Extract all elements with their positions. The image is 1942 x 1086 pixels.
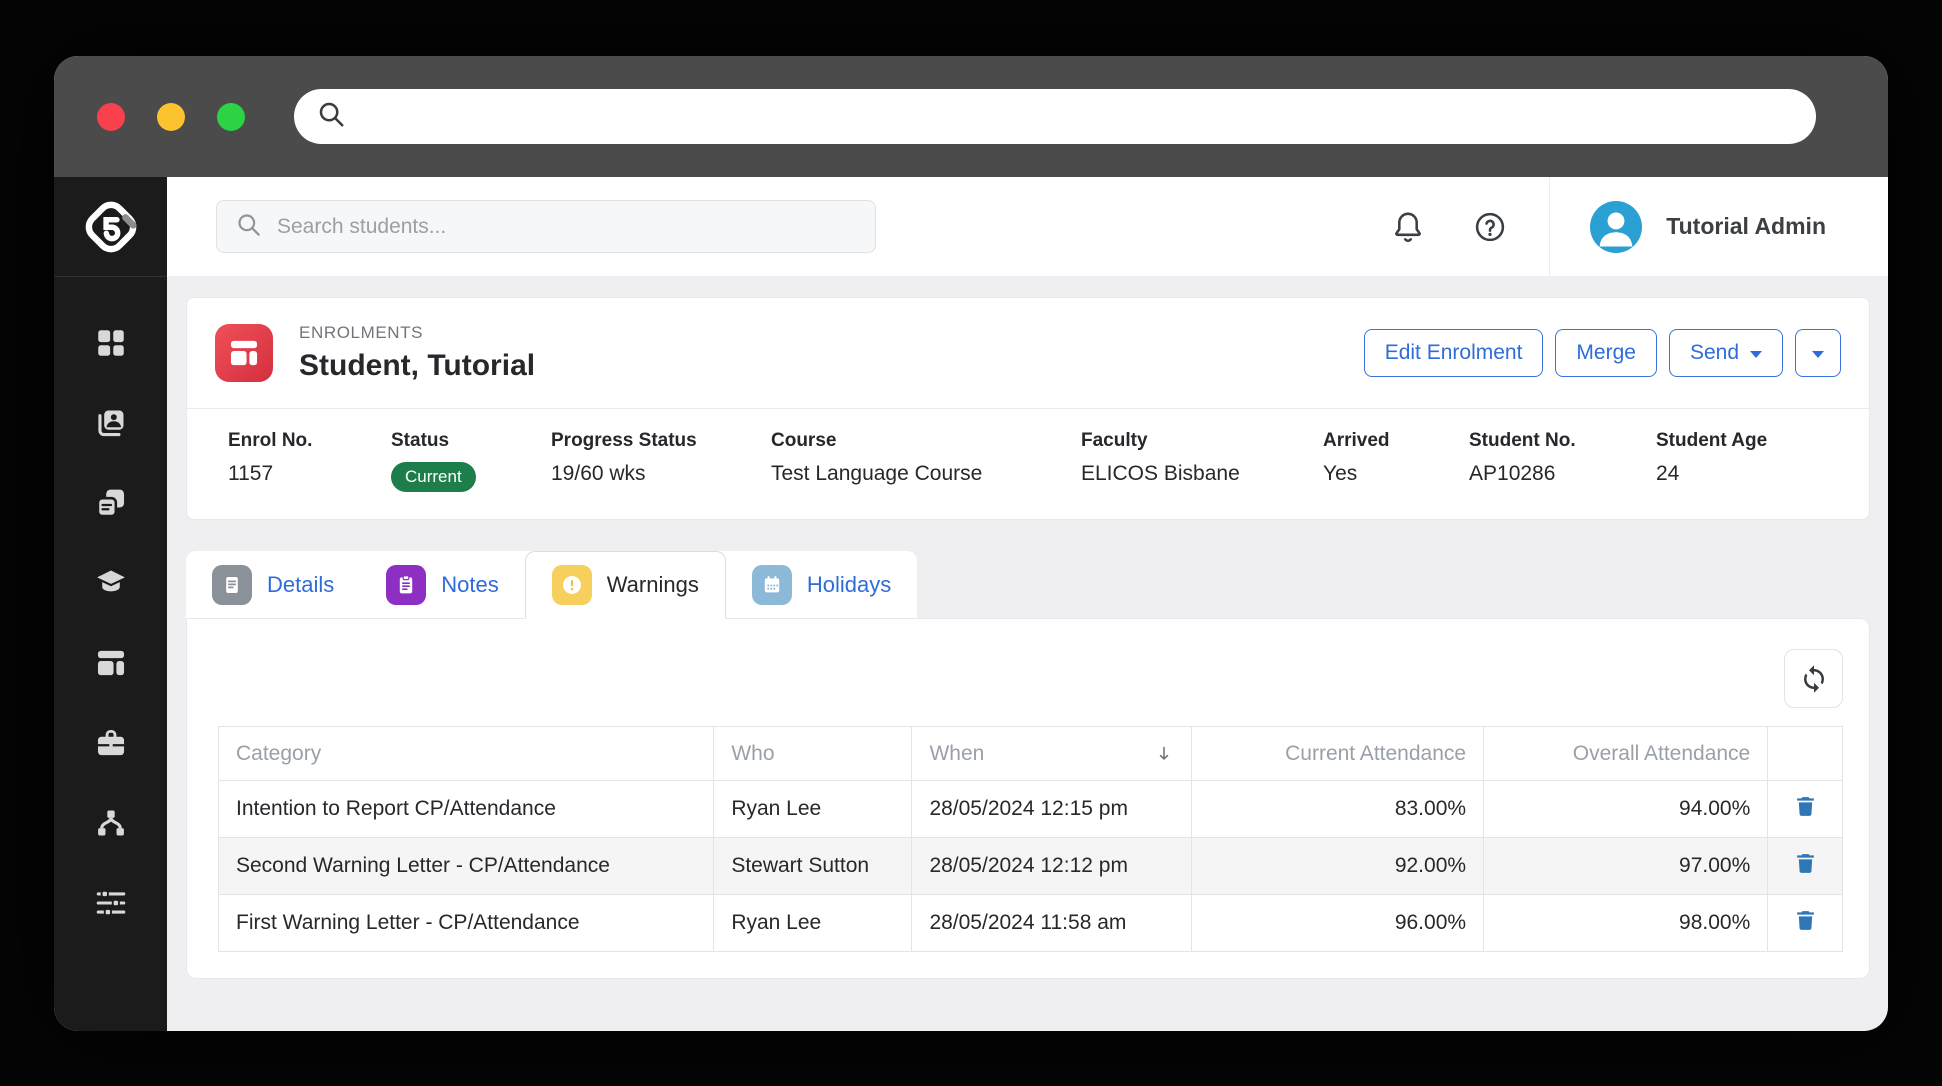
page-content: ENROLMENTS Student, Tutorial Edit Enrolm…: [167, 276, 1888, 1031]
status-badge: Current: [391, 462, 476, 492]
edit-enrolment-button[interactable]: Edit Enrolment: [1363, 329, 1544, 377]
field-arrived: Arrived Yes: [1323, 430, 1390, 485]
help-button[interactable]: [1471, 208, 1509, 246]
search-input[interactable]: [277, 214, 857, 239]
search-icon: [235, 211, 262, 243]
refresh-button[interactable]: [1784, 649, 1843, 708]
table-header-row: Category Who When Current Attendance Ove…: [217, 726, 1843, 781]
dashboard-grid-icon: [97, 330, 124, 356]
field-course: Course Test Language Course: [771, 430, 983, 485]
address-bar[interactable]: [294, 89, 1816, 144]
enrolment-tabs: Details Notes Warnings Holidays: [186, 551, 918, 619]
minimize-window-button[interactable]: [157, 103, 185, 131]
chevron-down-icon: [1750, 351, 1762, 358]
merge-button[interactable]: Merge: [1555, 329, 1657, 377]
document-icon: [212, 564, 252, 605]
sliders-icon: [96, 889, 125, 917]
warnings-panel: Category Who When Current Attendance Ove…: [186, 618, 1870, 979]
layout-icon: [97, 650, 124, 676]
student-card-icon: [97, 410, 123, 437]
field-student-no: Student No. AP10286: [1469, 430, 1656, 492]
enrolment-actions: Edit Enrolment Merge Send: [1363, 329, 1841, 377]
chevron-down-icon: [1812, 351, 1824, 358]
sidebar-nav: [54, 277, 167, 1031]
column-header-overall-attendance[interactable]: Overall Attendance: [1483, 726, 1769, 781]
student-search[interactable]: [216, 200, 876, 253]
delete-warning-button[interactable]: [1767, 780, 1843, 838]
warnings-table: Category Who When Current Attendance Ove…: [217, 726, 1843, 952]
column-header-when[interactable]: When: [911, 726, 1192, 781]
graduation-cap-icon: [96, 570, 125, 592]
delete-warning-button[interactable]: [1767, 894, 1843, 952]
table-row: Second Warning Letter - CP/Attendance St…: [217, 837, 1843, 895]
field-status: Status Current: [391, 430, 551, 492]
nodes-icon: [97, 810, 124, 836]
address-search-icon: [316, 99, 346, 134]
bell-icon: [1395, 212, 1422, 242]
briefcase-icon: [97, 729, 124, 756]
enrolment-fields: Enrol No. 1157 Status Current Progress S…: [187, 409, 1869, 519]
sidebar-item-services[interactable]: [91, 726, 131, 760]
calendar-icon: [751, 564, 792, 605]
column-header-actions: [1767, 726, 1843, 781]
clipboard-icon: [386, 564, 427, 605]
close-window-button[interactable]: [97, 103, 125, 131]
tab-holidays[interactable]: Holidays: [726, 551, 917, 618]
sidebar-item-workflows[interactable]: [91, 806, 131, 840]
page-title: Student, Tutorial: [299, 349, 536, 382]
enrolment-card: ENROLMENTS Student, Tutorial Edit Enrolm…: [186, 297, 1870, 520]
sort-desc-icon: [1159, 746, 1168, 760]
column-header-who[interactable]: Who: [713, 726, 913, 781]
refresh-icon: [1803, 664, 1824, 693]
sidebar-item-students[interactable]: [91, 406, 131, 440]
app-logo[interactable]: [54, 177, 167, 277]
sidebar-item-courses[interactable]: [91, 566, 131, 600]
student-no-link[interactable]: AP10286: [1469, 462, 1656, 486]
sidebar-item-enrolments[interactable]: [91, 646, 131, 680]
notifications-button[interactable]: [1389, 208, 1427, 246]
sidebar: [54, 177, 167, 1031]
field-progress-status: Progress Status 19/60 wks: [551, 430, 697, 485]
avatar: [1590, 200, 1643, 253]
browser-window: Tutorial Admin: [54, 56, 1888, 1031]
field-student-age: Student Age 24: [1656, 430, 1768, 485]
enrolments-icon: [215, 324, 273, 382]
send-button[interactable]: Send: [1668, 329, 1783, 377]
user-menu[interactable]: Tutorial Admin: [1550, 200, 1888, 253]
tab-notes[interactable]: Notes: [360, 551, 524, 618]
sidebar-item-settings[interactable]: [91, 886, 131, 920]
more-actions-button[interactable]: [1795, 329, 1841, 377]
field-enrol-no: Enrol No. 1157: [228, 430, 313, 485]
tab-details[interactable]: Details: [186, 551, 360, 618]
field-faculty: Faculty ELICOS Bisbane: [1081, 430, 1240, 485]
tab-warnings[interactable]: Warnings: [524, 551, 726, 619]
table-row: First Warning Letter - CP/Attendance Rya…: [217, 894, 1843, 952]
sidebar-item-documents[interactable]: [91, 486, 131, 520]
trash-icon: [1796, 796, 1814, 816]
browser-chrome: [54, 56, 1888, 177]
traffic-lights: [97, 103, 245, 131]
trash-icon: [1796, 910, 1814, 930]
zoom-window-button[interactable]: [217, 103, 245, 131]
trash-icon: [1796, 853, 1814, 873]
warning-icon: [551, 565, 592, 605]
column-header-current-attendance[interactable]: Current Attendance: [1190, 726, 1485, 781]
documents-icon: [96, 489, 124, 518]
sidebar-item-dashboard[interactable]: [91, 326, 131, 360]
delete-warning-button[interactable]: [1767, 837, 1843, 895]
user-name: Tutorial Admin: [1666, 213, 1826, 239]
help-icon: [1476, 212, 1505, 241]
app-header: Tutorial Admin: [167, 177, 1888, 276]
table-row: Intention to Report CP/Attendance Ryan L…: [217, 780, 1843, 838]
section-label: ENROLMENTS: [299, 323, 424, 342]
column-header-category[interactable]: Category: [217, 726, 715, 781]
